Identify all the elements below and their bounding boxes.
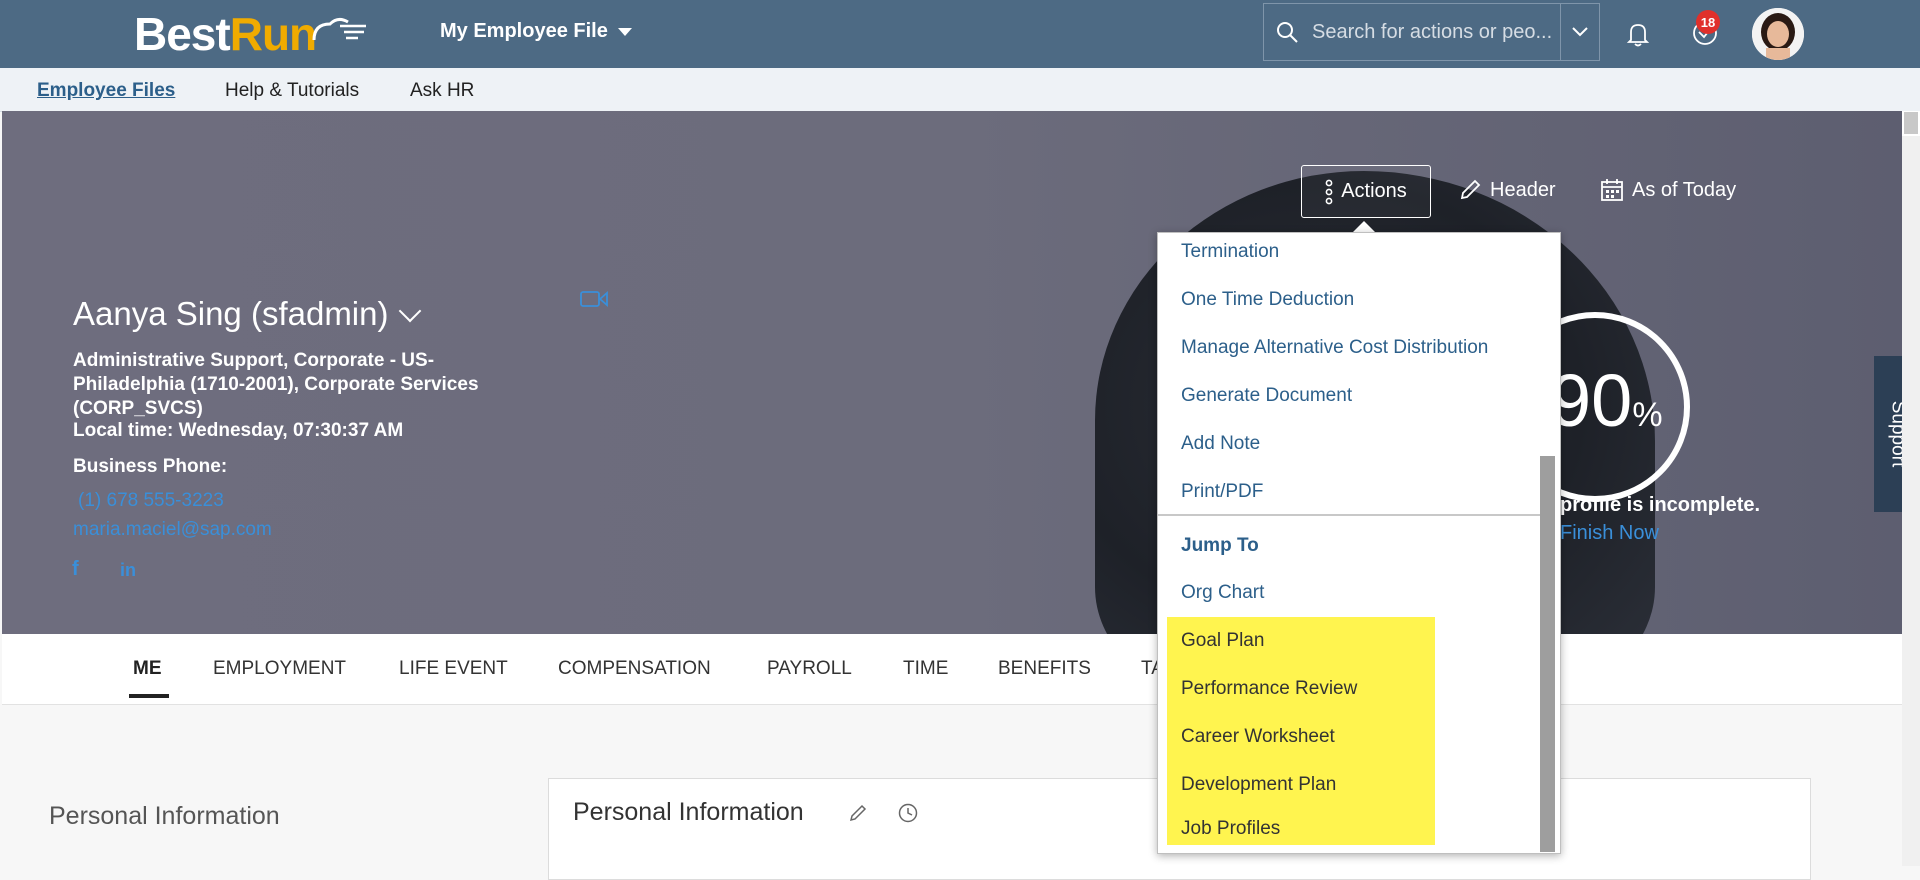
chevron-down-icon [1572,27,1588,37]
more-vertical-icon [1325,179,1333,204]
tab-me[interactable]: ME [133,658,162,680]
menu-item-goal-plan[interactable]: Goal Plan [1181,630,1264,652]
tab-payroll[interactable]: PAYROLL [767,658,852,680]
local-time: Local time: Wednesday, 07:30:37 AM [73,420,404,441]
subnav-ask-hr[interactable]: Ask HR [410,80,474,102]
search-scope-dropdown[interactable] [1560,4,1599,60]
history-icon[interactable] [897,802,919,829]
facebook-icon[interactable]: f [72,558,79,581]
menu-item-career-worksheet[interactable]: Career Worksheet [1181,726,1335,748]
video-icon[interactable] [580,289,608,314]
as-of-today-button[interactable]: As of Today [1600,178,1736,202]
menu-item-print-pdf[interactable]: Print/PDF [1181,481,1263,503]
email-link[interactable]: maria.maciel@sap.com [73,519,272,541]
tab-life-event[interactable]: LIFE EVENT [399,658,508,680]
business-phone-link[interactable]: (1) 678 555-3223 [78,490,224,512]
cloud-logo-icon [312,17,367,41]
page-scrollbar-track[interactable] [1902,136,1920,866]
profile-completion-percent: 90% [1550,359,1663,442]
caret-down-icon [617,27,632,36]
menu-item-job-profiles[interactable]: Job Profiles [1181,818,1280,840]
tab-compensation[interactable]: COMPENSATION [558,658,711,680]
chevron-down-icon [399,299,422,323]
menu-group-jump-to: Jump To [1181,535,1259,556]
notification-badge: 18 [1696,10,1720,34]
menu-item-add-note[interactable]: Add Note [1181,433,1260,455]
app-menu-label: My Employee File [440,20,608,42]
page-scrollbar-thumb[interactable] [1904,112,1918,134]
menu-item-org-chart[interactable]: Org Chart [1181,582,1264,604]
search-icon [1264,20,1310,44]
tab-benefits[interactable]: BENEFITS [998,658,1091,680]
search-field[interactable] [1263,3,1600,61]
menu-item-development-plan[interactable]: Development Plan [1181,774,1336,796]
pencil-icon [1460,179,1481,200]
bestrun-logo[interactable]: BestRun [134,8,368,60]
bell-icon[interactable] [1624,20,1652,53]
actions-button[interactable]: Actions [1301,165,1431,218]
search-input[interactable] [1310,19,1560,45]
job-info: Administrative Support, Corporate - US-P… [73,350,479,419]
section-nav-title: Personal Information [49,802,280,830]
subnav-help-tutorials[interactable]: Help & Tutorials [225,80,359,102]
tab-time[interactable]: TIME [903,658,948,680]
employee-name[interactable]: Aanya Sing (sfadmin) [73,295,422,333]
menu-scrollbar[interactable] [1540,456,1555,852]
menu-separator [1158,514,1540,516]
avatar[interactable] [1752,8,1804,60]
menu-item-generate-document[interactable]: Generate Document [1181,385,1352,407]
active-tab-indicator [129,694,169,698]
linkedin-icon[interactable]: in [120,560,136,581]
calendar-icon [1601,179,1623,201]
finish-now-link[interactable]: Finish Now [1560,522,1659,545]
edit-icon[interactable] [848,803,868,828]
subnav-employee-files[interactable]: Employee Files [37,80,175,102]
profile-incomplete-text: profile is incomplete. [1560,494,1761,516]
header-edit-button[interactable]: Header [1458,178,1556,202]
menu-item-manage-alt-cost[interactable]: Manage Alternative Cost Distribution [1181,337,1488,359]
app-menu[interactable]: My Employee File [440,20,632,43]
tab-employment[interactable]: EMPLOYMENT [213,658,346,680]
card-title: Personal Information [573,798,804,826]
menu-item-termination[interactable]: Termination [1181,241,1279,263]
business-phone-label: Business Phone: [73,456,228,477]
menu-item-performance-review[interactable]: Performance Review [1181,678,1357,700]
menu-item-one-time-deduction[interactable]: One Time Deduction [1181,289,1354,311]
